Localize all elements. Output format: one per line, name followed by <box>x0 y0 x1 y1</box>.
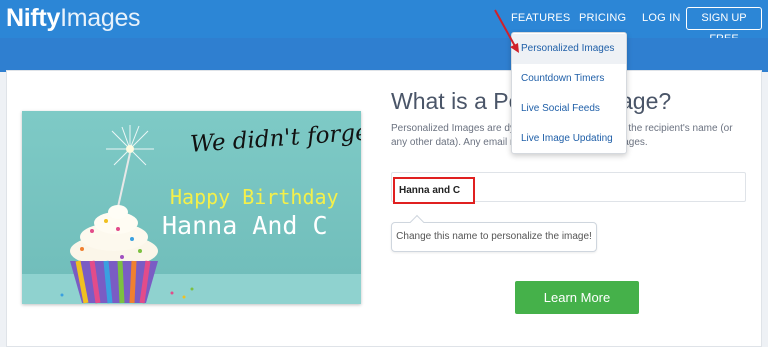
description-line2-left: any other data). Any email m <box>391 137 519 148</box>
logo-light-text: Images <box>60 4 141 32</box>
menu-item-personalized-images[interactable]: Personalized Images <box>512 34 626 64</box>
menu-item-countdown-timers[interactable]: Countdown Timers <box>512 64 626 94</box>
page-heading-right: age? <box>620 88 672 114</box>
menu-item-live-image-updating[interactable]: Live Image Updating <box>512 124 626 154</box>
menu-item-live-social-feeds[interactable]: Live Social Feeds <box>512 94 626 124</box>
logo-bold-text: Nifty <box>6 4 61 32</box>
nav-login[interactable]: LOG IN <box>642 12 681 24</box>
personalized-preview-image: We didn't forget! Happy Birthday Hanna A… <box>22 111 361 304</box>
signup-button[interactable]: SIGN UP FREE <box>686 7 762 45</box>
learn-more-button[interactable]: Learn More <box>515 281 639 314</box>
nav-pricing[interactable]: PRICING <box>579 12 626 24</box>
name-hint-tooltip: Change this name to personalize the imag… <box>391 214 597 252</box>
features-dropdown-menu: Personalized Images Countdown Timers Liv… <box>511 32 627 154</box>
preview-line-happy-birthday: Happy Birthday <box>170 185 339 209</box>
red-pointer-arrow-icon <box>494 9 519 53</box>
hero-band <box>0 38 768 72</box>
tooltip-text: Change this name to personalize the imag… <box>396 231 592 242</box>
nifty-images-logo[interactable]: NiftyImages <box>6 3 141 33</box>
name-input[interactable] <box>393 177 475 204</box>
description-line1-left: Personalized Images are dyn <box>391 123 521 134</box>
preview-line-name: Hanna And C <box>162 211 328 240</box>
top-navbar: NiftyImages FEATURES PRICING LOG IN SIGN… <box>0 0 768 45</box>
